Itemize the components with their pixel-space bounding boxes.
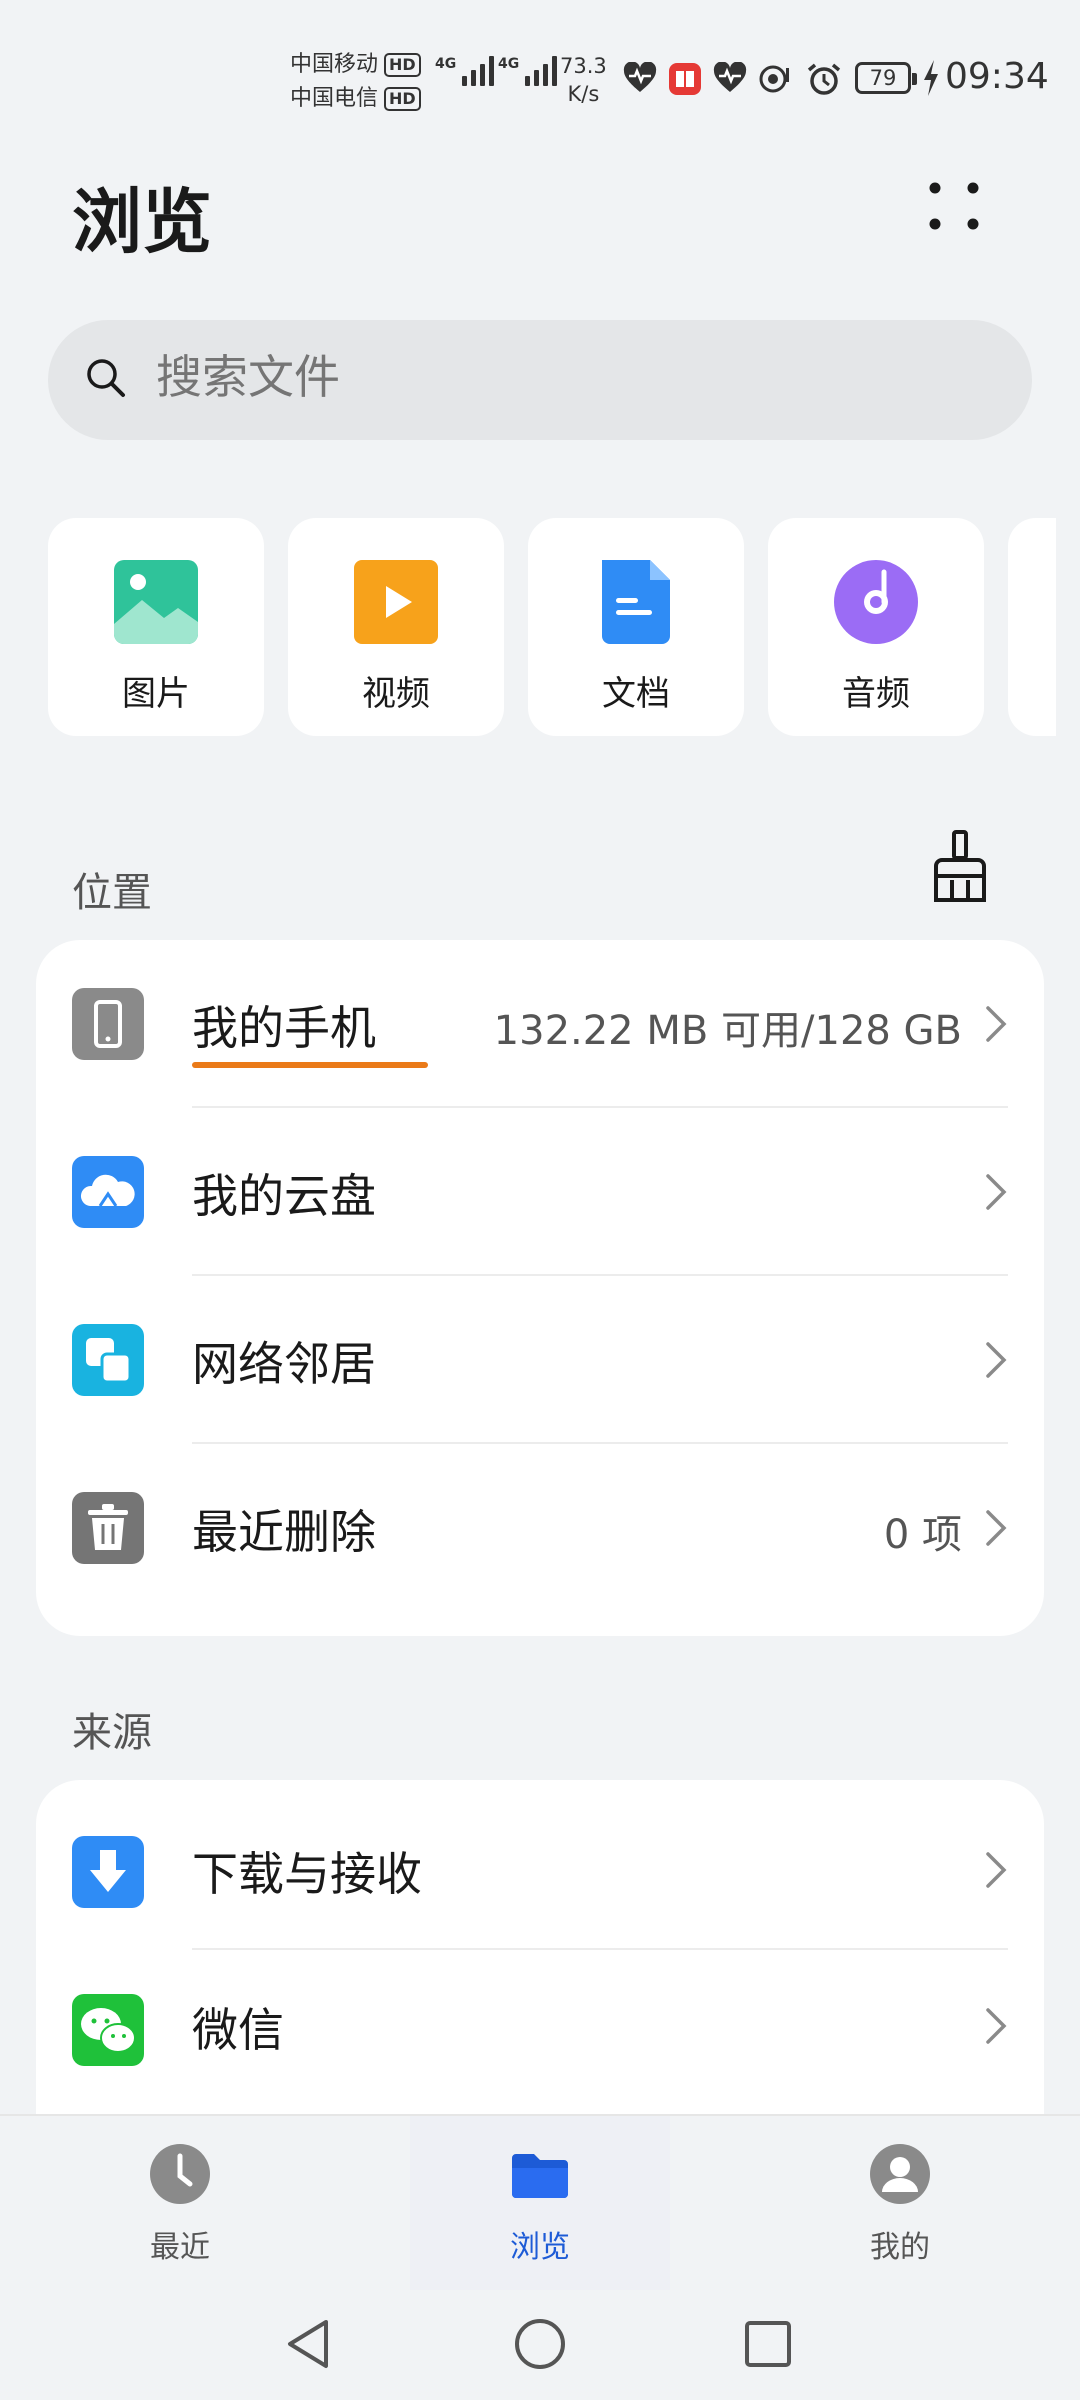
category-label: 音频 [842, 674, 910, 714]
status-time: 09:34 [945, 56, 1049, 97]
status-bar: 中国移动 HD 中国电信 HD 4G 4G 73.3 K/s 79 09:34 [0, 0, 1080, 160]
recents-icon[interactable] [738, 2314, 798, 2374]
nav-label: 最近 [150, 2230, 210, 2265]
category-audio[interactable]: 音频 [768, 518, 984, 736]
chevron-right-icon [986, 2008, 1007, 2044]
hd-badge: HD [384, 87, 421, 111]
signal-1-icon: 4G [435, 56, 495, 86]
network-type-1: 4G [435, 56, 457, 72]
health-heart-icon [623, 62, 657, 92]
wechat-icon [72, 1994, 144, 2066]
source-downloads[interactable]: 下载与接收 [36, 1780, 1044, 1950]
trash-icon [72, 1492, 144, 1564]
audio-icon [834, 560, 918, 644]
category-label: 文档 [602, 674, 670, 714]
cloud-icon [72, 1156, 144, 1228]
category-label: 图片 [122, 674, 190, 714]
chevron-right-icon [986, 1174, 1007, 1210]
source-wechat[interactable]: 微信 [36, 1950, 1044, 2110]
nav-mine[interactable]: 我的 [770, 2116, 1030, 2292]
network-speed: 73.3 K/s [560, 52, 607, 108]
location-my-cloud[interactable]: 我的云盘 [36, 1108, 1044, 1276]
system-navigation [0, 2290, 1080, 2400]
chevron-right-icon [986, 1852, 1007, 1888]
network-icon [72, 1324, 144, 1396]
image-icon [114, 560, 198, 644]
bottom-navigation: 最近 浏览 我的 [0, 2114, 1080, 2292]
folder-icon [512, 2154, 568, 2198]
carrier-info: 中国移动 HD 中国电信 HD [290, 48, 421, 116]
location-label: 我的云盘 [192, 1169, 376, 1223]
file-manager-browse-screen: 中国移动 HD 中国电信 HD 4G 4G 73.3 K/s 79 09:34 … [0, 0, 1080, 2400]
section-title-sources: 来源 [72, 1710, 152, 1756]
network-type-2: 4G [498, 56, 520, 72]
nav-recent[interactable]: 最近 [50, 2116, 310, 2292]
category-row: 图片 视频 文档 音频 [48, 518, 1056, 738]
storage-info: 132.22 MB 可用/128 GB [493, 1008, 962, 1054]
charging-icon [924, 60, 938, 96]
location-network-neighbors[interactable]: 网络邻居 [36, 1276, 1044, 1444]
page-title: 浏览 [72, 181, 212, 263]
nav-browse[interactable]: 浏览 [410, 2116, 670, 2292]
section-title-locations: 位置 [72, 870, 152, 916]
profile-icon [870, 2144, 930, 2204]
chevron-right-icon [986, 1510, 1007, 1546]
back-icon[interactable] [280, 2314, 340, 2374]
alarm-icon [807, 63, 841, 95]
home-icon[interactable] [510, 2314, 570, 2374]
location-label: 我的手机 [192, 1001, 376, 1055]
carrier-2: 中国电信 [290, 86, 379, 111]
nfc-icon [759, 65, 789, 93]
chevron-right-icon [986, 1006, 1007, 1042]
search-icon [87, 359, 125, 397]
book-app-icon [669, 63, 701, 95]
location-recently-deleted[interactable]: 最近删除 0 项 [36, 1444, 1044, 1612]
carrier-1: 中国移动 [290, 52, 379, 77]
phone-icon [72, 988, 144, 1060]
location-label: 网络邻居 [192, 1337, 376, 1391]
category-videos[interactable]: 视频 [288, 518, 504, 736]
location-my-phone[interactable]: 我的手机 132.22 MB 可用/128 GB [36, 940, 1044, 1108]
source-label: 微信 [192, 2003, 284, 2057]
health-heart-icon [713, 62, 747, 92]
search-bar[interactable] [48, 320, 1032, 440]
clock-icon [150, 2144, 210, 2204]
video-icon [354, 560, 438, 644]
clean-broom-icon[interactable] [930, 830, 990, 902]
nav-label: 浏览 [510, 2230, 570, 2265]
chevron-right-icon [986, 1342, 1007, 1378]
category-label: 视频 [362, 674, 430, 714]
category-more[interactable] [1008, 518, 1056, 736]
nav-label: 我的 [870, 2230, 930, 2265]
deleted-count: 0 项 [883, 1512, 962, 1558]
network-speed-unit: K/s [567, 82, 600, 106]
location-label: 最近删除 [192, 1505, 376, 1559]
locations-card: 我的手机 132.22 MB 可用/128 GB 我的云盘 网络邻居 最近删除 … [36, 940, 1044, 1636]
download-icon [72, 1836, 144, 1908]
document-icon [602, 560, 670, 644]
storage-underline [192, 1062, 428, 1068]
category-documents[interactable]: 文档 [528, 518, 744, 736]
network-speed-value: 73.3 [560, 54, 607, 78]
signal-2-icon: 4G [498, 56, 558, 86]
battery-indicator: 79 [855, 62, 917, 94]
source-label: 下载与接收 [192, 1847, 422, 1901]
hd-badge: HD [384, 53, 421, 77]
search-input[interactable] [156, 350, 956, 404]
category-images[interactable]: 图片 [48, 518, 264, 736]
more-options-icon[interactable] [915, 172, 995, 252]
